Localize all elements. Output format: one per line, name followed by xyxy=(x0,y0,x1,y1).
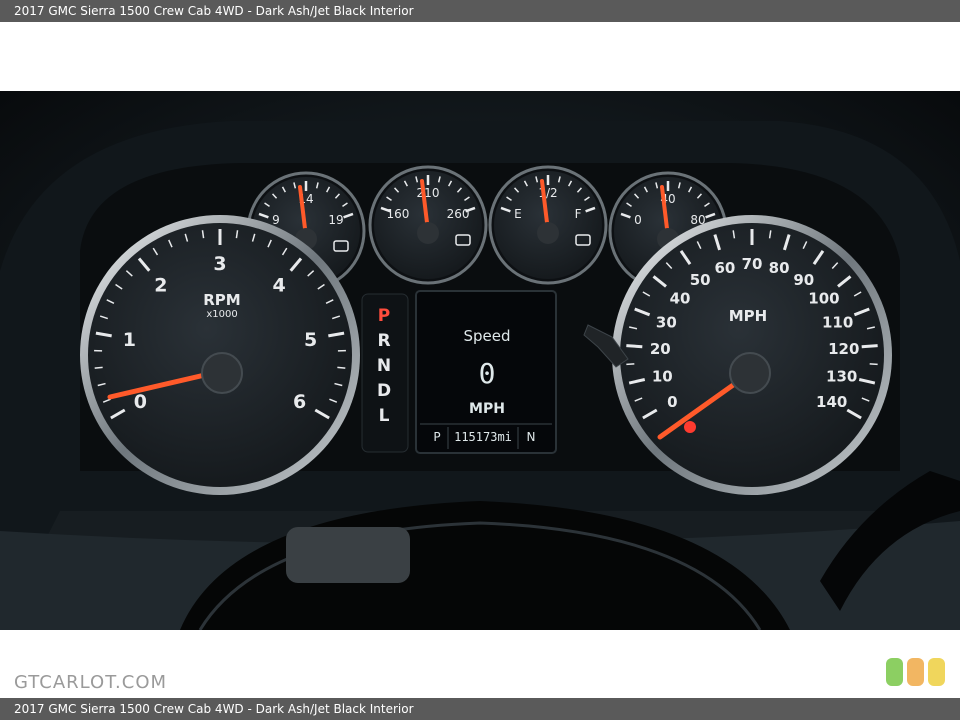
display-odometer: 115173mi xyxy=(454,430,512,444)
coolant-temperature-gauge: 160 210 260 xyxy=(368,165,488,285)
small-gauge-label: E xyxy=(514,207,522,221)
tachometer-tick xyxy=(94,366,103,369)
speedometer-label: 60 xyxy=(714,259,735,277)
speedometer-label: 30 xyxy=(656,313,677,331)
tachometer-label: 4 xyxy=(273,275,286,297)
speedometer-label: 70 xyxy=(742,255,763,273)
rating-badge-orange xyxy=(907,658,924,686)
gear-p: P xyxy=(378,306,390,326)
small-gauge-label: 19 xyxy=(328,213,343,227)
speedometer-label: 10 xyxy=(652,367,673,385)
small-gauge-label: 210 xyxy=(417,186,440,200)
tachometer-unit: RPM xyxy=(203,291,240,309)
speedometer-label: 130 xyxy=(826,367,857,385)
speedometer-tick xyxy=(626,344,643,349)
tachometer-multiplier: x1000 xyxy=(206,309,237,320)
tachometer-label: 6 xyxy=(293,391,306,413)
speedometer-label: 20 xyxy=(650,340,671,358)
small-gauge-label: 260 xyxy=(447,207,470,221)
display-speed-value: 0 xyxy=(479,357,496,390)
tachometer-label: 3 xyxy=(213,253,226,275)
gear-d: D xyxy=(377,381,391,401)
gear-l: L xyxy=(379,406,390,426)
tachometer-label: 0 xyxy=(134,391,147,413)
watermark-logo: GTCARLOT.COM xyxy=(14,672,168,693)
fuel-gauge: E1/2F xyxy=(488,165,608,285)
gear-r: R xyxy=(377,331,390,351)
gear-n: N xyxy=(377,356,391,376)
small-gauge-label: 0 xyxy=(634,213,642,227)
speedometer-tick xyxy=(626,363,635,366)
caption-bottom: 2017 GMC Sierra 1500 Crew Cab 4WD - Dark… xyxy=(0,698,960,720)
speedometer: 0 10 20 30 405060 70 8090100 110 120 130 140 MPH xyxy=(612,215,892,495)
display-gear: P xyxy=(433,430,440,444)
speedometer-label: 80 xyxy=(769,259,790,277)
speedometer-label: 110 xyxy=(822,313,853,331)
speedometer-label: 50 xyxy=(690,271,711,289)
tachometer: 0 1 2 3 4 5 6 RPM x1000 xyxy=(80,215,360,495)
small-gauge-label: F xyxy=(575,207,582,221)
speedometer-label: 140 xyxy=(816,393,847,411)
speedometer-label: 100 xyxy=(808,290,839,308)
speedometer-label: 40 xyxy=(670,290,691,308)
caption-top: 2017 GMC Sierra 1500 Crew Cab 4WD - Dark… xyxy=(0,0,960,22)
speedometer-label: 0 xyxy=(667,393,677,411)
rating-badge-yellow xyxy=(928,658,945,686)
instrument-cluster-photo: 9 14 19 160 210 260 E 1/2 F 0 40 80 0123456 RPM x10… xyxy=(0,91,960,630)
tachometer-tick xyxy=(337,366,346,369)
speedometer-tick xyxy=(869,363,878,366)
tachometer-label: 2 xyxy=(154,275,167,297)
rating-badge-green xyxy=(886,658,903,686)
speedometer-tick xyxy=(861,344,878,349)
speedometer-label: 90 xyxy=(793,271,814,289)
tachometer-label: 1 xyxy=(123,329,136,351)
small-gauge-label: 9 xyxy=(272,213,280,227)
small-gauge-label: 160 xyxy=(386,207,409,221)
tachometer-label: 5 xyxy=(304,329,317,351)
warning-light-icon xyxy=(684,421,696,433)
speedometer-unit: MPH xyxy=(729,307,767,325)
gear-selector: P R N D L xyxy=(361,293,409,453)
display-mode: N xyxy=(527,430,536,444)
display-heading: Speed xyxy=(463,327,510,345)
display-speed-unit: MPH xyxy=(469,401,505,417)
center-display: Speed 0 MPH P 115173mi N xyxy=(415,290,557,454)
speedometer-label: 120 xyxy=(828,340,859,358)
